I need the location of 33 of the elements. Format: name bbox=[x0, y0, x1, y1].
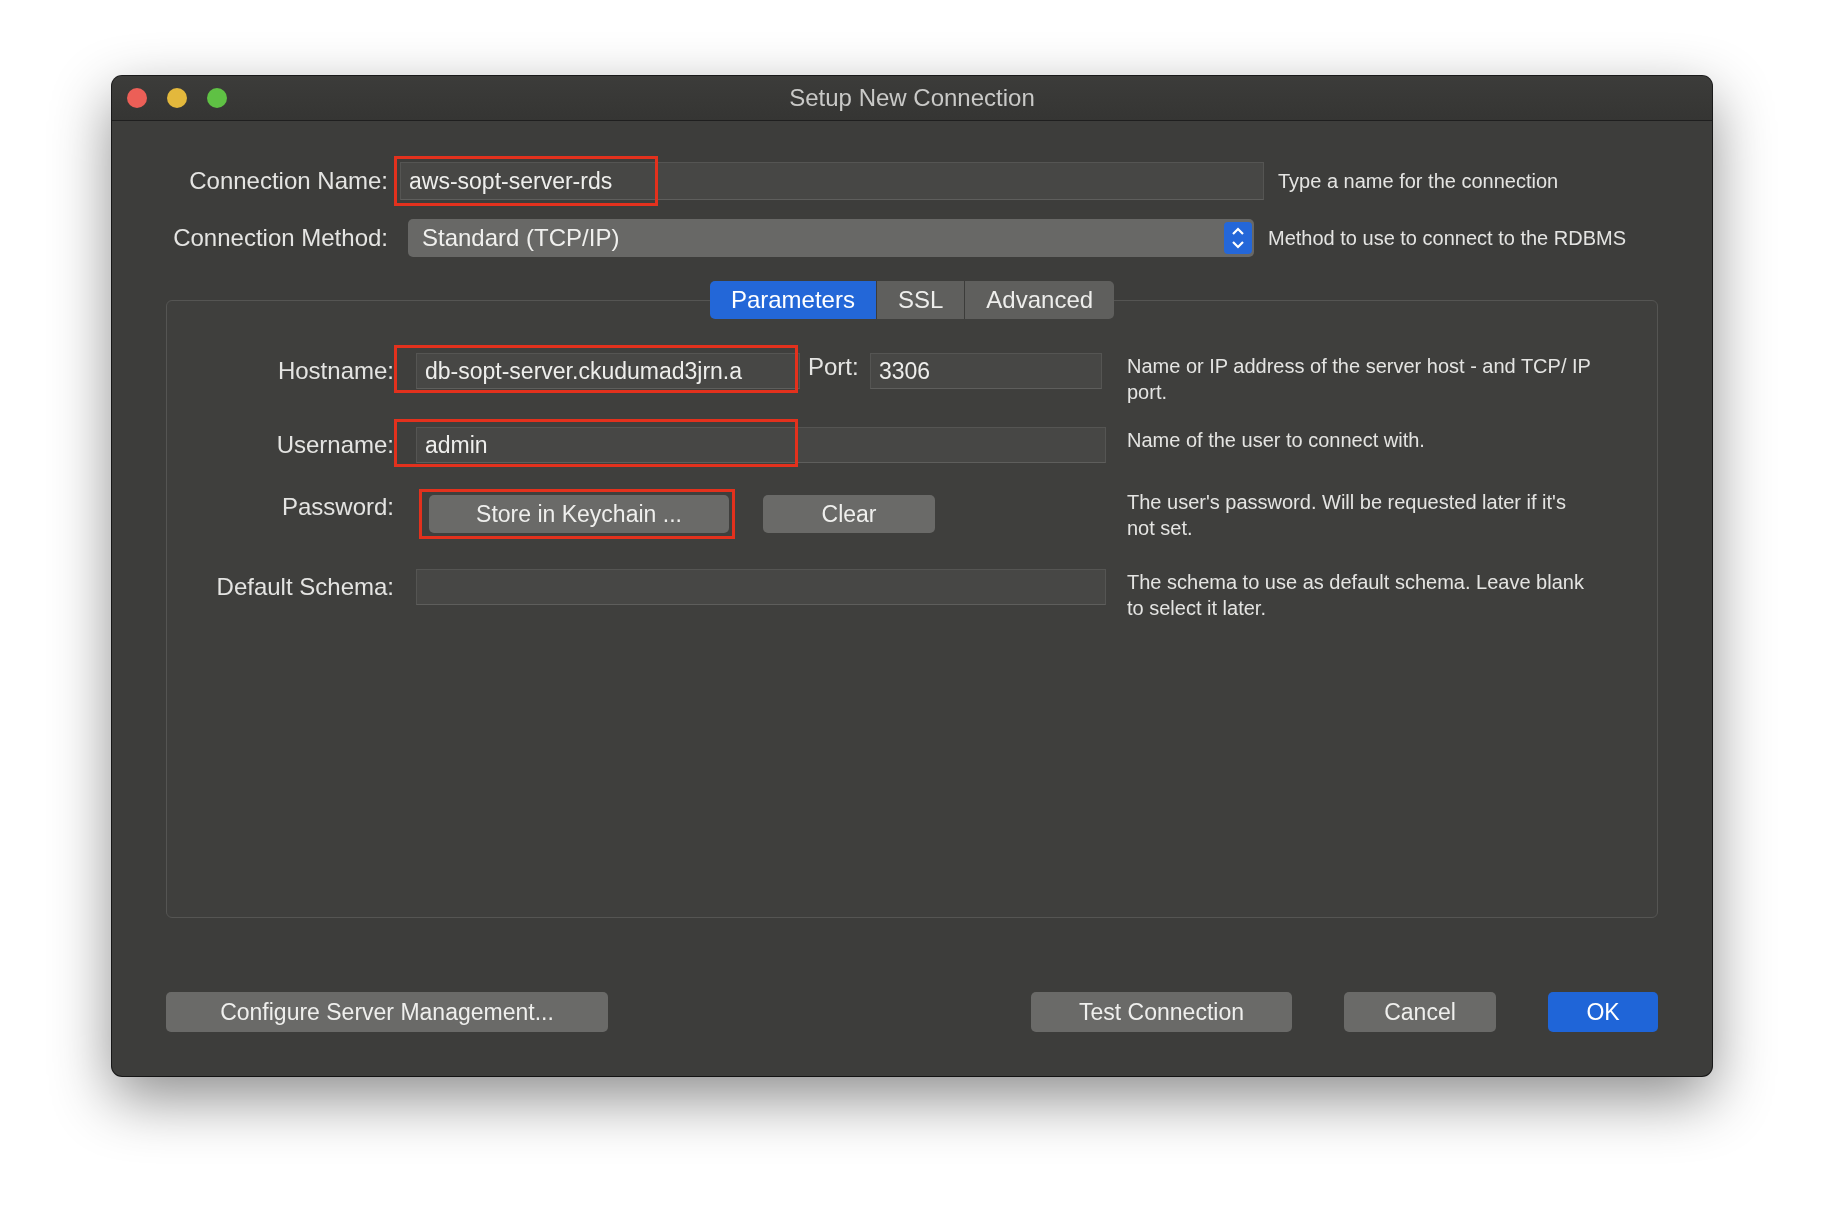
chevron-icon bbox=[1224, 222, 1252, 254]
tab[interactable]: Parameters bbox=[709, 281, 877, 319]
dialog-button[interactable]: Cancel bbox=[1344, 992, 1496, 1032]
help-text: Name of the user to connect with. bbox=[1127, 428, 1426, 453]
schema-field[interactable] bbox=[416, 569, 1106, 605]
field-label: Default Schema: bbox=[215, 572, 394, 602]
field-label: Username: bbox=[275, 430, 394, 460]
minimize-icon[interactable] bbox=[166, 87, 188, 109]
dialog-button[interactable]: Test Connection bbox=[1031, 992, 1292, 1032]
field-label: Hostname: bbox=[276, 356, 394, 386]
help-text: The user's password. Will be requested later if it's not set. bbox=[1127, 490, 1567, 541]
connection-name-field[interactable]: aws-sopt-server-rds bbox=[400, 162, 1264, 200]
ok-button[interactable]: OK bbox=[1548, 992, 1658, 1032]
help-text: Name or IP address of the server host - and TCP/ IP port. bbox=[1127, 354, 1592, 405]
close-icon[interactable] bbox=[126, 87, 148, 109]
tab[interactable]: Advanced bbox=[965, 281, 1115, 319]
field-label: Connection Name: bbox=[188, 167, 388, 195]
tab[interactable]: SSL bbox=[876, 281, 966, 319]
help-text: Type a name for the connection bbox=[1278, 169, 1559, 193]
method-dropdown[interactable]: Standard (TCP/IP) bbox=[408, 219, 1254, 257]
keychain-button[interactable]: Store in Keychain ... bbox=[429, 495, 729, 533]
field-label: Connection Method: bbox=[172, 224, 388, 252]
field-label: Password: bbox=[280, 492, 394, 522]
zoom-icon[interactable] bbox=[206, 87, 228, 109]
hostname-field[interactable]: db-sopt-server.ckudumad3jrn.a bbox=[416, 353, 800, 389]
help-text: Method to use to connect to the RDBMS bbox=[1268, 226, 1626, 250]
dialog-button[interactable]: Configure Server Management... bbox=[166, 992, 608, 1032]
field-label: Port: bbox=[808, 353, 860, 381]
clear-button[interactable]: Clear bbox=[763, 495, 935, 533]
window-title: Setup New Connection bbox=[789, 84, 1035, 112]
port-field[interactable]: 3306 bbox=[870, 353, 1102, 389]
username-field[interactable]: admin bbox=[416, 427, 1106, 463]
help-text: The schema to use as default schema. Leave blank to select it later. bbox=[1127, 570, 1585, 621]
